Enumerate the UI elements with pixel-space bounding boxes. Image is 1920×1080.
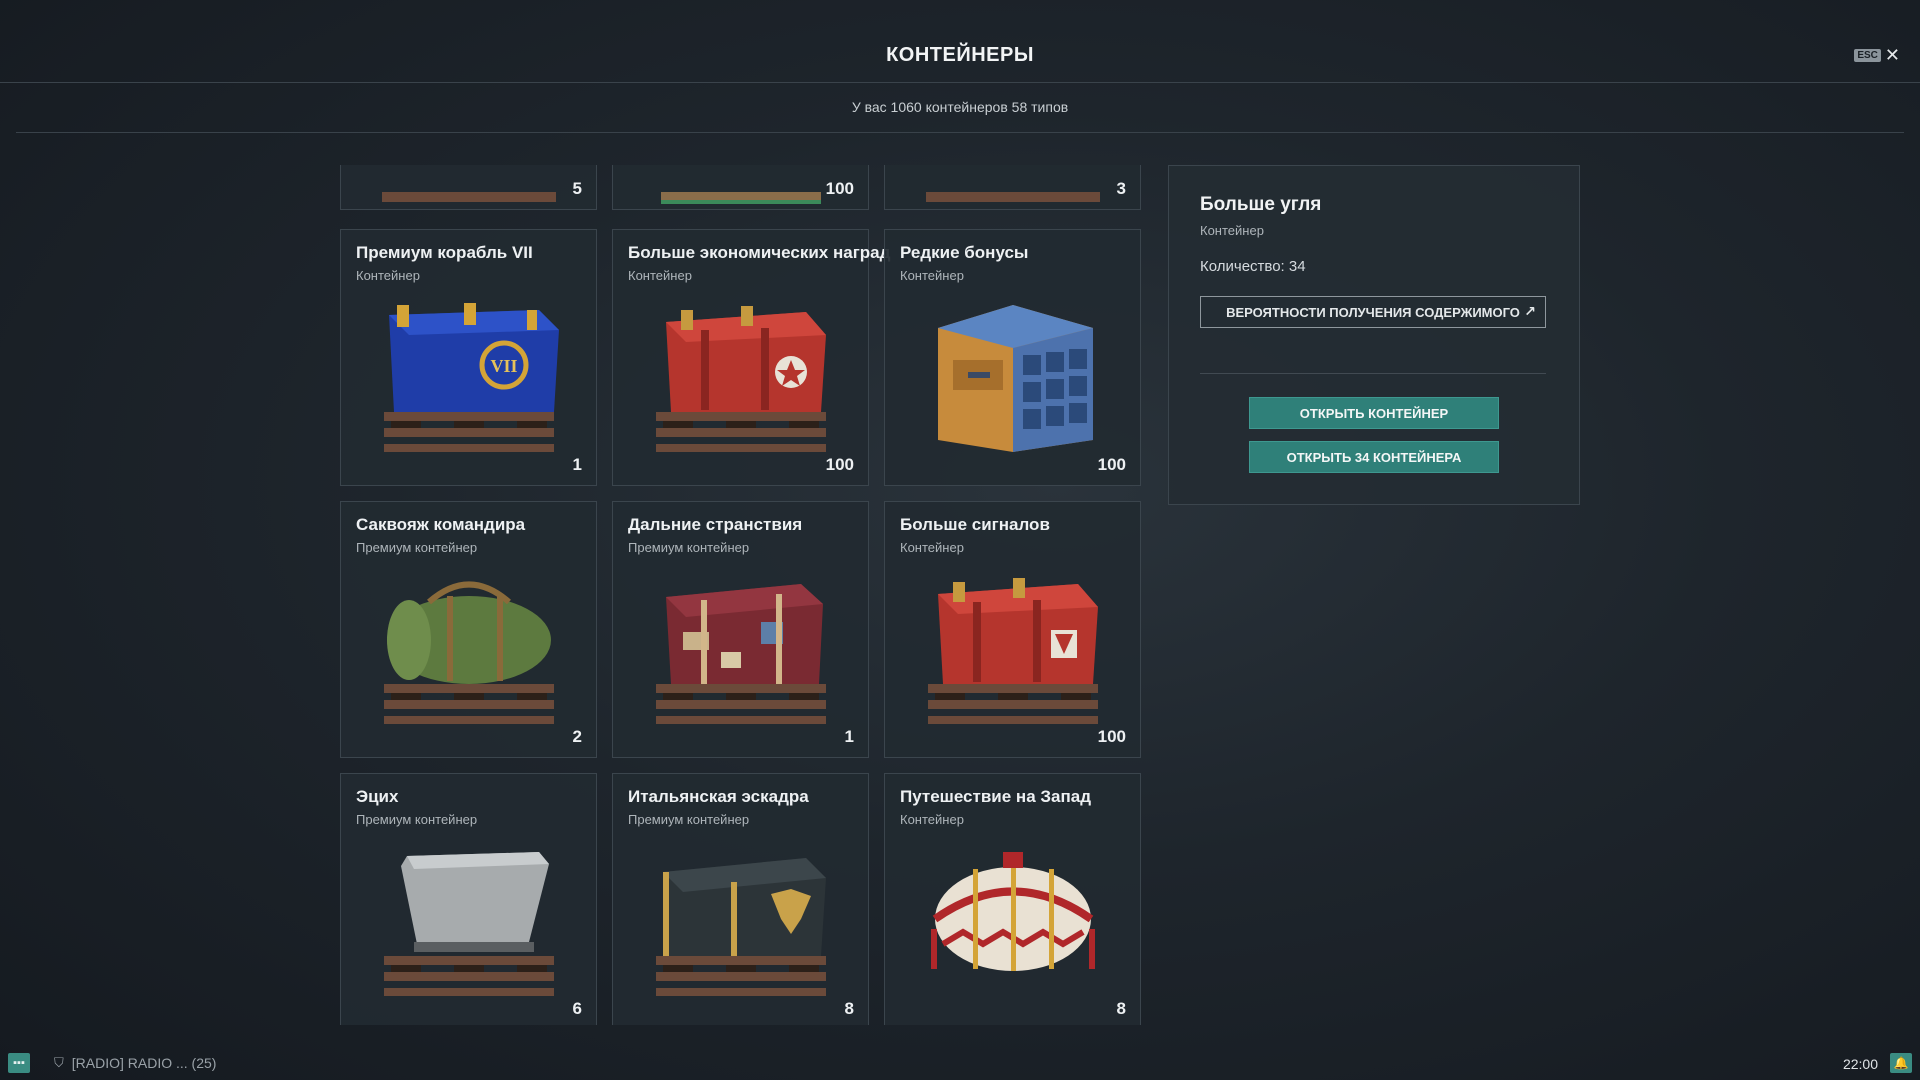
bottom-bar: ▪▪▪ ⛉ [RADIO] RADIO ... (25) 22:00 🔔 bbox=[0, 1046, 1920, 1080]
blue-crate-icon: VII bbox=[384, 303, 559, 452]
red-crate-icon bbox=[928, 578, 1098, 724]
container-count: 2 bbox=[572, 727, 582, 746]
container-type: Контейнер bbox=[900, 540, 964, 555]
duffel-bag-icon bbox=[384, 581, 554, 724]
container-card-rare-bonus[interactable]: Редкие бонусы Контейнер 100 bbox=[884, 229, 1141, 486]
container-card-etsikh[interactable]: Эцих Премиум контейнер 6 bbox=[340, 773, 597, 1025]
container-type: Премиум контейнер bbox=[628, 540, 750, 555]
radio-channel-label: [RADIO] RADIO ... (25) bbox=[71, 1055, 217, 1071]
container-detail-panel: Больше угля Контейнер Количество: 34 ВЕР… bbox=[1168, 165, 1580, 505]
container-name: Премиум корабль VII bbox=[356, 243, 533, 262]
container-card-premium-ship[interactable]: Премиум корабль VII Контейнер VII 1 bbox=[340, 229, 597, 486]
containers-summary: У вас 1060 контейнеров 58 типов bbox=[851, 99, 1069, 115]
container-card-italian-squadron[interactable]: Итальянская эскадра Премиум контейнер 8 bbox=[612, 773, 869, 1025]
container-name: Дальние странствия bbox=[628, 515, 803, 534]
probabilities-button[interactable]: ВЕРОЯТНОСТИ ПОЛУЧЕНИЯ СОДЕРЖИМОГО ↗ bbox=[1200, 296, 1546, 328]
dark-chest-icon bbox=[656, 858, 826, 996]
container-name: Больше сигналов bbox=[900, 515, 1050, 534]
container-card-partial[interactable]: 5 bbox=[340, 165, 597, 210]
close-icon[interactable]: ✕ bbox=[1885, 46, 1900, 64]
suitcase-icon bbox=[656, 584, 826, 724]
svg-text:VII: VII bbox=[490, 356, 517, 376]
open-all-containers-button[interactable]: ОТКРЫТЬ 34 КОНТЕЙНЕРА bbox=[1249, 441, 1499, 473]
external-link-icon: ↗ bbox=[1524, 303, 1536, 319]
page-title: КОНТЕЙНЕРЫ bbox=[886, 44, 1034, 66]
container-count: 100 bbox=[1097, 455, 1126, 474]
selected-container-quantity: Количество: 34 bbox=[1200, 258, 1306, 275]
container-name: Редкие бонусы bbox=[900, 243, 1029, 262]
container-card-journey-west[interactable]: Путешествие на Запад Контейнер 8 bbox=[884, 773, 1141, 1025]
container-name: Больше экономических наград bbox=[628, 243, 891, 262]
container-type: Контейнер bbox=[900, 812, 964, 827]
chat-icon[interactable]: ▪▪▪ bbox=[8, 1053, 30, 1073]
red-crate-icon bbox=[656, 306, 826, 452]
selected-container-type: Контейнер bbox=[1200, 223, 1264, 238]
container-type: Премиум контейнер bbox=[628, 812, 750, 827]
container-name: Эцих bbox=[356, 787, 399, 806]
crate-icon bbox=[661, 192, 821, 204]
container-type: Контейнер bbox=[628, 268, 692, 283]
container-count: 100 bbox=[1097, 727, 1126, 746]
probabilities-button-label: ВЕРОЯТНОСТИ ПОЛУЧЕНИЯ СОДЕРЖИМОГО bbox=[1226, 304, 1520, 320]
container-count: 1 bbox=[844, 727, 854, 746]
container-name: Путешествие на Запад bbox=[900, 787, 1091, 806]
container-count: 1 bbox=[572, 455, 582, 474]
container-type: Контейнер bbox=[356, 268, 420, 283]
container-type: Премиум контейнер bbox=[356, 540, 478, 555]
container-card-economic[interactable]: Больше экономических наград Контейнер 10… bbox=[612, 229, 890, 486]
selected-container-name: Больше угля bbox=[1200, 194, 1322, 215]
close-control[interactable]: ESC ✕ bbox=[1854, 46, 1900, 64]
container-card-partial[interactable]: 100 bbox=[612, 165, 869, 210]
open-container-button[interactable]: ОТКРЫТЬ КОНТЕЙНЕР bbox=[1249, 397, 1499, 429]
pallet-icon bbox=[382, 192, 556, 202]
container-count: 8 bbox=[844, 999, 854, 1018]
lantern-drum-icon bbox=[931, 852, 1095, 971]
container-type: Премиум контейнер bbox=[356, 812, 478, 827]
drawer-cabinet-icon bbox=[938, 305, 1093, 452]
container-count: 100 bbox=[825, 179, 854, 198]
divider bbox=[1200, 373, 1546, 374]
container-card-commander-bag[interactable]: Саквояж командира Премиум контейнер 2 bbox=[340, 501, 597, 758]
divider bbox=[16, 132, 1904, 133]
container-count: 100 bbox=[825, 455, 854, 474]
container-count: 3 bbox=[1116, 179, 1126, 198]
clock: 22:00 bbox=[1842, 1056, 1878, 1072]
top-bar: КОНТЕЙНЕРЫ ESC ✕ bbox=[0, 0, 1920, 83]
container-name: Итальянская эскадра bbox=[628, 787, 809, 806]
pallet-icon bbox=[926, 192, 1100, 202]
esc-key-hint: ESC bbox=[1854, 48, 1881, 62]
container-card-signals[interactable]: Больше сигналов Контейнер 100 bbox=[884, 501, 1141, 758]
container-grid[interactable]: 5 100 3 Премиум корабль VII Контейнер VI… bbox=[340, 165, 1142, 1025]
bell-icon[interactable]: 🔔 bbox=[1890, 1053, 1912, 1073]
radio-channel[interactable]: ⛉ [RADIO] RADIO ... (25) bbox=[54, 1055, 216, 1071]
container-count: 6 bbox=[572, 999, 582, 1018]
container-card-partial[interactable]: 3 bbox=[884, 165, 1141, 210]
shield-icon: ⛉ bbox=[54, 1055, 64, 1070]
container-card-travels[interactable]: Дальние странствия Премиум контейнер 1 bbox=[612, 501, 869, 758]
container-count: 8 bbox=[1116, 999, 1126, 1018]
metal-tub-icon bbox=[384, 852, 554, 996]
container-count: 5 bbox=[572, 179, 582, 198]
container-name: Саквояж командира bbox=[356, 515, 526, 534]
container-type: Контейнер bbox=[900, 268, 964, 283]
